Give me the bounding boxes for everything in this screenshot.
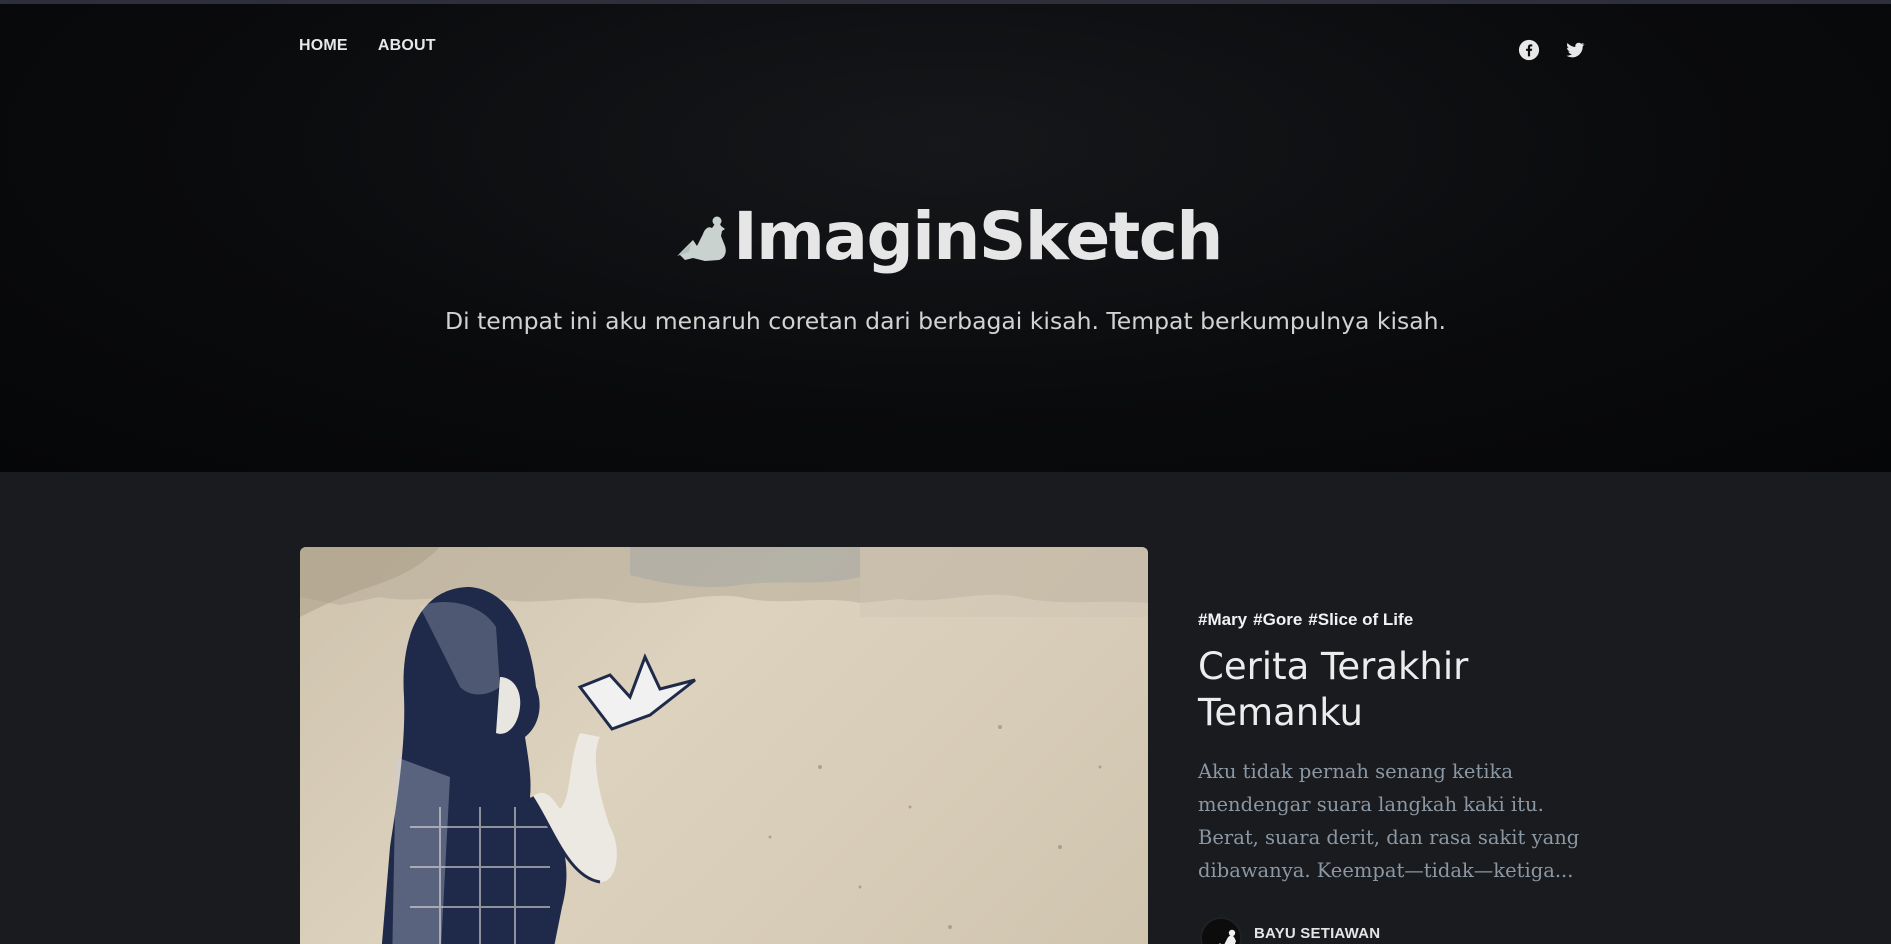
- twitter-icon[interactable]: [1564, 39, 1586, 61]
- site-logo[interactable]: ImaginSketch: [0, 204, 1891, 270]
- post-tag[interactable]: #Gore: [1253, 610, 1302, 630]
- post-title[interactable]: Cerita Terakhir Temanku: [1198, 644, 1598, 736]
- main-nav: HOME ABOUT: [299, 37, 436, 55]
- post-tag[interactable]: #Slice of Life: [1308, 610, 1413, 630]
- post-author: BAYU SETIAWAN: [1200, 917, 1380, 944]
- featured-post-image[interactable]: [300, 547, 1148, 944]
- post-excerpt: Aku tidak pernah senang ketika mendengar…: [1198, 760, 1580, 882]
- social-links: [1518, 39, 1586, 61]
- featured-post-card: #Mary #Gore #Slice of Life Cerita Terakh…: [1198, 610, 1618, 944]
- site-logo-text: ImaginSketch: [733, 198, 1223, 275]
- author-name[interactable]: BAYU SETIAWAN: [1254, 925, 1380, 942]
- facebook-icon[interactable]: [1518, 39, 1540, 61]
- post-tag[interactable]: #Mary: [1198, 610, 1247, 630]
- sketch-figure-logo-icon: [675, 206, 731, 268]
- post-tags: #Mary #Gore #Slice of Life: [1198, 610, 1618, 630]
- nav-home-link[interactable]: HOME: [299, 37, 348, 55]
- site-header: HOME ABOUT ImaginSketch Di tempat ini ak…: [0, 4, 1891, 472]
- nav-about-link[interactable]: ABOUT: [378, 37, 436, 55]
- author-avatar[interactable]: [1200, 917, 1242, 944]
- site-tagline: Di tempat ini aku menaruh coretan dari b…: [444, 307, 1447, 335]
